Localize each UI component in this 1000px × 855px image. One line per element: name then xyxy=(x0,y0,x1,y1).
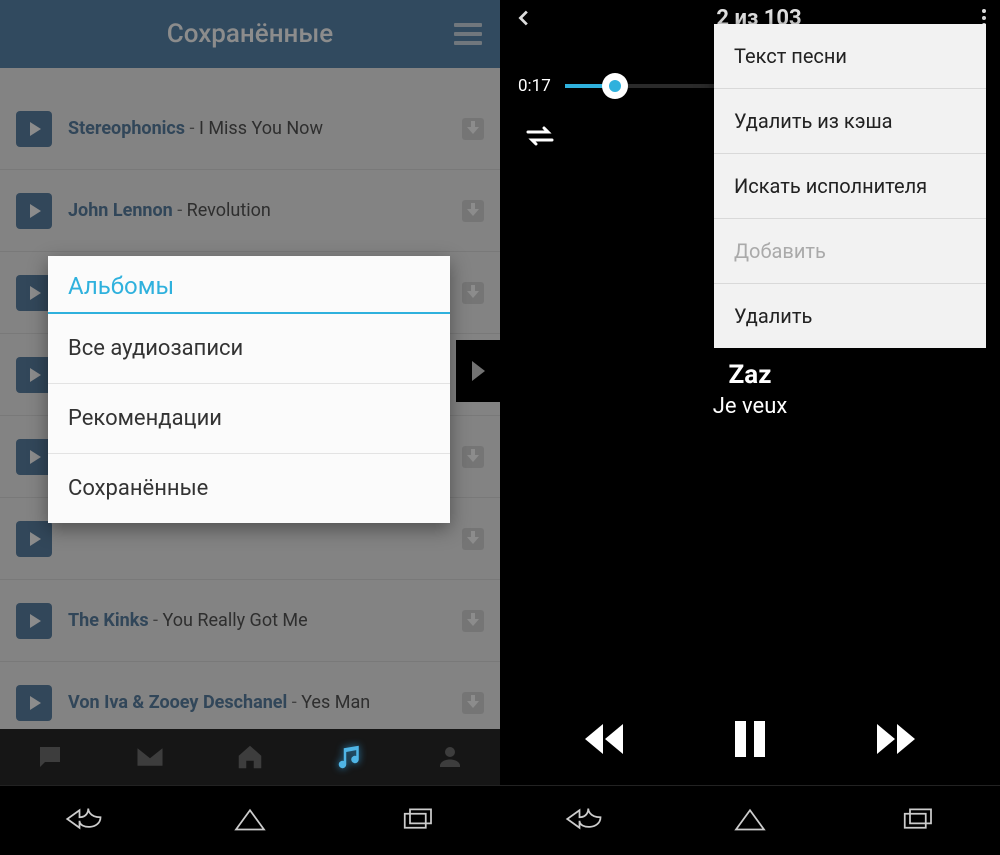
now-artist: Zaz xyxy=(500,360,1000,390)
progress-thumb[interactable] xyxy=(602,73,628,99)
tab-mail[interactable] xyxy=(130,737,170,777)
tab-home[interactable] xyxy=(230,737,270,777)
tab-music[interactable] xyxy=(330,737,370,777)
nav-recent-icon[interactable] xyxy=(896,802,938,840)
popup-title: Альбомы xyxy=(48,256,450,314)
next-button[interactable] xyxy=(873,720,917,762)
nav-home-icon[interactable] xyxy=(229,802,271,840)
context-menu: Текст песниУдалить из кэшаИскать исполни… xyxy=(714,24,986,348)
tab-profile[interactable] xyxy=(430,737,470,777)
prev-button[interactable] xyxy=(583,720,627,762)
app-tabbar xyxy=(0,729,500,785)
category-popup: Альбомы Все аудиозаписи Рекомендации Сох… xyxy=(48,256,450,523)
now-title: Je veux xyxy=(500,394,1000,419)
popup-item-recs[interactable]: Рекомендации xyxy=(48,384,450,454)
nav-back-icon[interactable] xyxy=(562,802,604,840)
menu-item[interactable]: Удалить из кэша xyxy=(714,89,986,154)
menu-item[interactable]: Искать исполнителя xyxy=(714,154,986,219)
popup-item-saved[interactable]: Сохранённые xyxy=(48,454,450,523)
android-navbar xyxy=(500,785,1000,855)
menu-item[interactable]: Текст песни xyxy=(714,24,986,89)
tab-chat[interactable] xyxy=(30,737,70,777)
playback-controls xyxy=(500,719,1000,763)
menu-item: Добавить xyxy=(714,219,986,284)
nav-back-icon[interactable] xyxy=(62,802,104,840)
repeat-icon[interactable] xyxy=(522,124,558,148)
now-playing: Zaz Je veux xyxy=(500,360,1000,419)
menu-item[interactable]: Удалить xyxy=(714,284,986,348)
pause-button[interactable] xyxy=(733,719,767,763)
right-phone: 2 из 103 0:17 Текст песниУдалить из кэша… xyxy=(500,0,1000,855)
nav-recent-icon[interactable] xyxy=(396,802,438,840)
android-navbar xyxy=(0,785,500,855)
back-icon[interactable] xyxy=(514,7,536,29)
nav-home-icon[interactable] xyxy=(729,802,771,840)
popup-item-all[interactable]: Все аудиозаписи xyxy=(48,314,450,384)
elapsed-time: 0:17 xyxy=(518,76,551,96)
left-phone: Сохранённые Stereophonics - I Miss You N… xyxy=(0,0,500,855)
